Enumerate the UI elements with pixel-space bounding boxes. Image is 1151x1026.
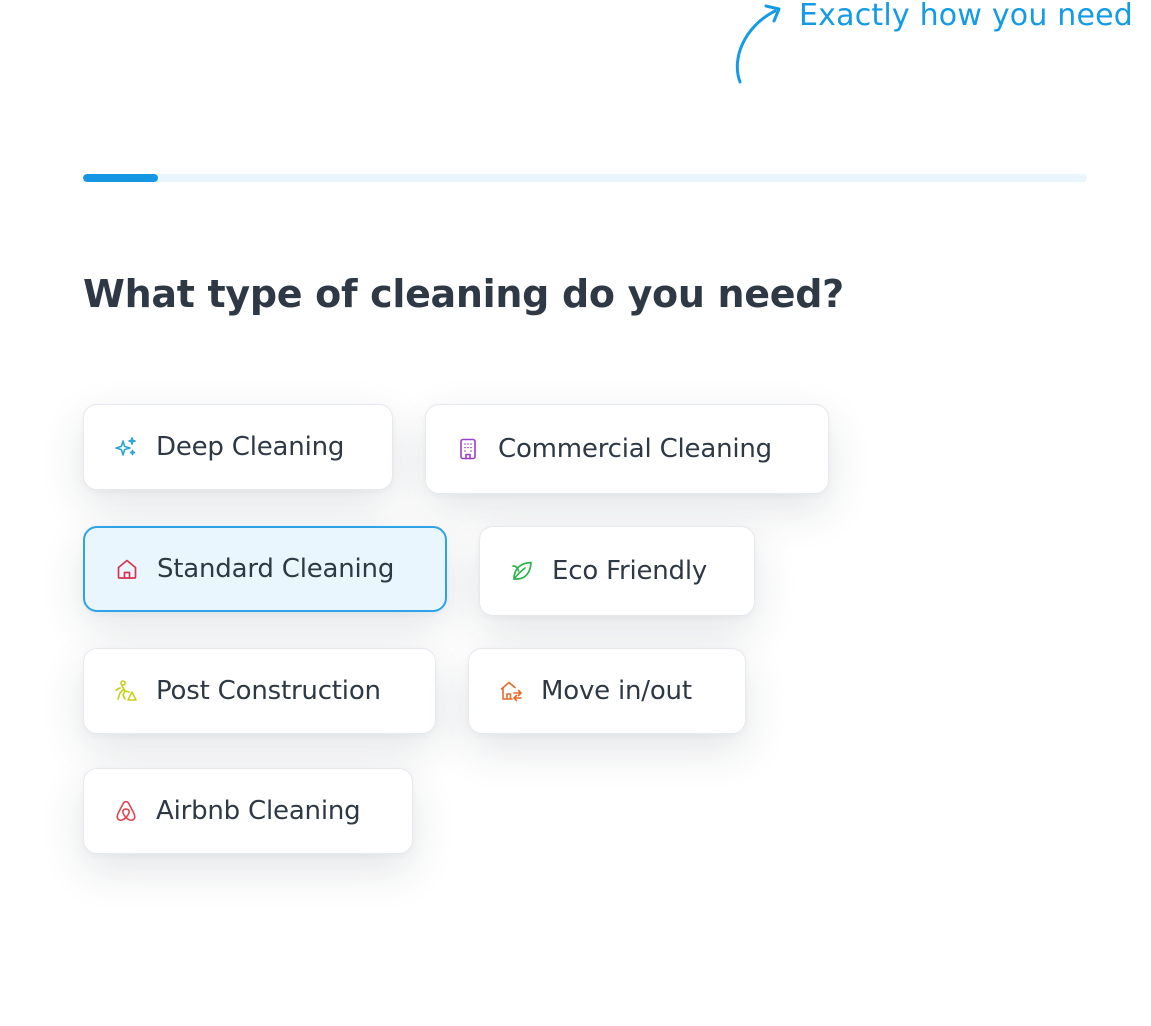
question-title: What type of cleaning do you need?: [83, 272, 844, 316]
building-icon: [456, 437, 480, 461]
airbnb-icon: [114, 799, 138, 823]
option-deep-cleaning[interactable]: Deep Cleaning: [83, 404, 393, 490]
option-label: Move in/out: [541, 676, 692, 706]
callout: Exactly how you need: [733, 0, 1151, 90]
option-label: Commercial Cleaning: [498, 434, 772, 464]
option-airbnb-cleaning[interactable]: Airbnb Cleaning: [83, 768, 413, 854]
worker-icon: [114, 679, 138, 703]
option-label: Airbnb Cleaning: [156, 796, 361, 826]
option-commercial-cleaning[interactable]: Commercial Cleaning: [425, 404, 829, 494]
leaf-icon: [510, 559, 534, 583]
sparkles-icon: [114, 435, 138, 459]
option-move-in-out[interactable]: Move in/out: [468, 648, 746, 734]
curved-arrow-icon: [735, 4, 781, 84]
option-eco-friendly[interactable]: Eco Friendly: [479, 526, 755, 616]
option-label: Post Construction: [156, 676, 381, 706]
option-label: Eco Friendly: [552, 556, 708, 586]
option-label: Deep Cleaning: [156, 432, 345, 462]
option-label: Standard Cleaning: [157, 554, 395, 584]
option-post-construction[interactable]: Post Construction: [83, 648, 436, 734]
progress-fill: [83, 174, 159, 182]
house-icon: [115, 557, 139, 581]
callout-text: Exactly how you need: [799, 0, 1134, 33]
option-standard-cleaning[interactable]: Standard Cleaning: [83, 526, 447, 612]
house-move-icon: [499, 679, 523, 703]
progress-bar: [83, 174, 1087, 182]
